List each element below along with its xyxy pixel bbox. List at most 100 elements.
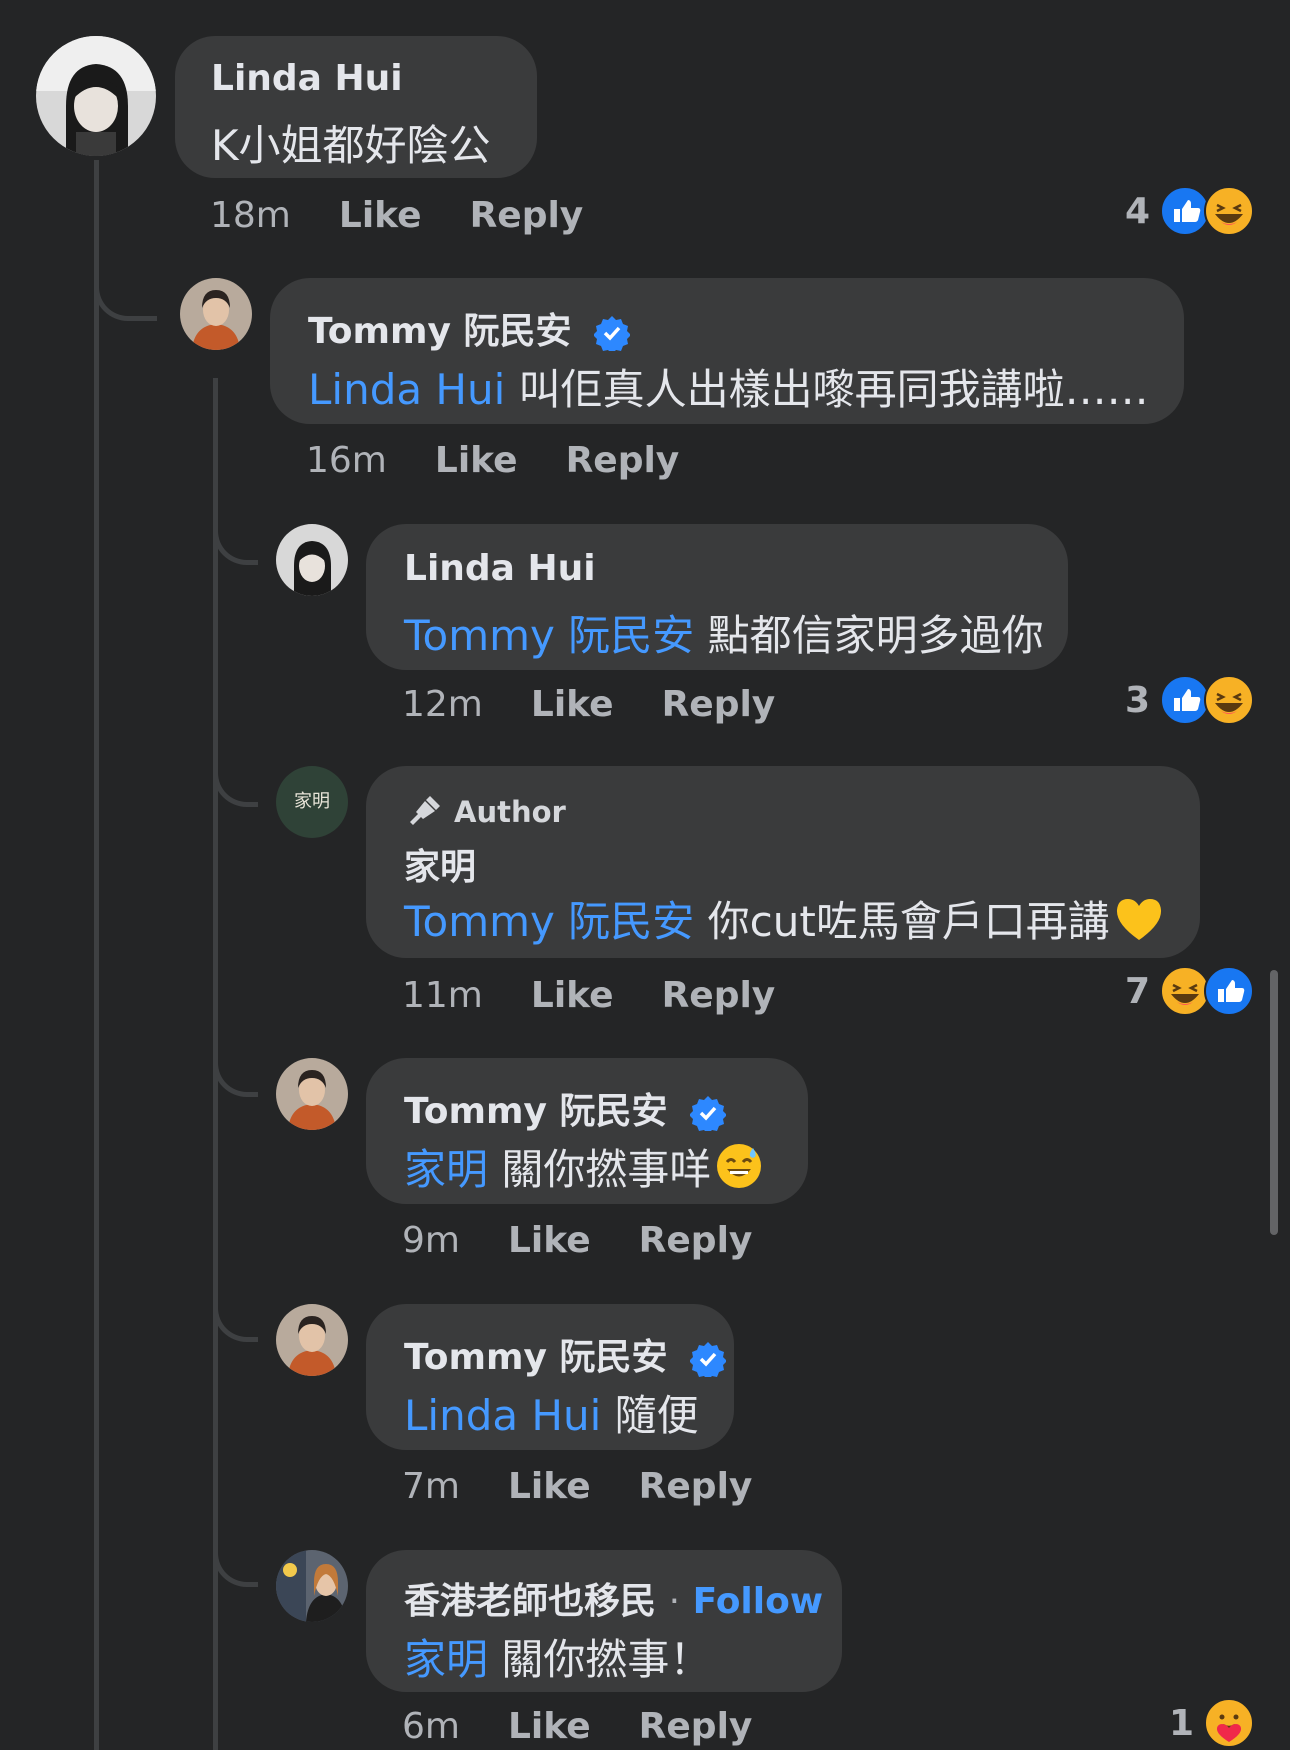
comment-time[interactable]: 16m: [306, 440, 387, 481]
mention-link[interactable]: 家明: [404, 1635, 488, 1684]
avatar[interactable]: 家明: [276, 766, 348, 838]
haha-icon: [1204, 186, 1254, 236]
comment-text: Linda Hui 隨便: [404, 1382, 699, 1443]
avatar[interactable]: [276, 524, 348, 596]
comment-time[interactable]: 7m: [402, 1466, 460, 1507]
reaction-count: 4: [1124, 190, 1150, 232]
reaction-summary[interactable]: 1: [1169, 1698, 1254, 1748]
reply-button[interactable]: Reply: [470, 195, 584, 236]
comment-time[interactable]: 12m: [402, 684, 483, 725]
follow-button[interactable]: Follow: [693, 1581, 824, 1622]
avatar[interactable]: [276, 1058, 348, 1130]
comment-author[interactable]: Tommy 阮民安: [404, 1082, 727, 1134]
avatar[interactable]: [36, 36, 156, 156]
comment-bubble: 香港老師也移民 · Follow 家明 關你撚事！: [366, 1550, 842, 1692]
comment-body: 叫佢真人出樣出嚟再同我講啦……: [518, 365, 1149, 414]
comment-author[interactable]: Linda Hui: [404, 548, 596, 589]
yellow-heart-icon: [1116, 899, 1161, 940]
comment-bubble: Tommy 阮民安 Linda Hui 隨便: [366, 1304, 734, 1450]
haha-icon: [1204, 675, 1254, 725]
thread-connector: [213, 1000, 258, 1097]
comment-time[interactable]: 18m: [210, 195, 291, 236]
like-button[interactable]: Like: [339, 195, 422, 236]
comment-body: 點都信家明多過你: [707, 611, 1044, 660]
mention-link[interactable]: 家明: [404, 1145, 488, 1194]
comment-time[interactable]: 11m: [402, 975, 483, 1016]
comment-bubble: Author 家明 Tommy 阮民安 你cut咗馬會戶口再講: [366, 766, 1200, 958]
comment-meta: 18m Like Reply: [210, 195, 583, 236]
comment-text: 家明 關你撚事咩: [404, 1136, 763, 1197]
reaction-summary[interactable]: 3: [1125, 675, 1254, 725]
mention-link[interactable]: Linda Hui: [404, 1391, 601, 1440]
like-button[interactable]: Like: [508, 1706, 591, 1747]
like-button[interactable]: Like: [508, 1466, 591, 1507]
author-name: Tommy 阮民安: [404, 1091, 668, 1132]
comment-text: Tommy 阮民安 你cut咗馬會戶口再講: [404, 888, 1164, 949]
mention-link[interactable]: Tommy 阮民安: [404, 897, 694, 946]
comment-time[interactable]: 9m: [402, 1220, 460, 1261]
like-button[interactable]: Like: [508, 1220, 591, 1261]
reaction-summary[interactable]: 7: [1125, 966, 1254, 1016]
thread-connector: [213, 470, 258, 565]
reaction-count: 3: [1124, 679, 1150, 721]
care-icon: [1204, 1698, 1254, 1748]
comment-meta: 9m Like Reply: [402, 1220, 752, 1261]
comment-body: 你cut咗馬會戶口再講: [707, 897, 1110, 946]
comment-bubble: Linda Hui Tommy 阮民安 點都信家明多過你: [366, 524, 1068, 670]
comment-meta: 7m Like Reply: [402, 1466, 752, 1507]
reply-button[interactable]: Reply: [662, 684, 776, 725]
thread-connector: [213, 710, 258, 807]
comment-text: Tommy 阮民安 點都信家明多過你: [404, 602, 1044, 663]
comment-text: 家明 關你撚事！: [404, 1626, 711, 1687]
reaction-count: 7: [1124, 970, 1150, 1012]
reply-button[interactable]: Reply: [639, 1466, 753, 1507]
comment-author[interactable]: 家明: [404, 838, 476, 890]
microphone-icon: [410, 796, 440, 825]
like-button[interactable]: Like: [531, 684, 614, 725]
comment-author[interactable]: Linda Hui: [211, 58, 403, 99]
mention-link[interactable]: Linda Hui: [308, 365, 505, 414]
comment-text: K小姐都好陰公: [211, 121, 491, 170]
separator-dot: ·: [668, 1581, 681, 1622]
comment-author[interactable]: Tommy 阮民安: [308, 302, 631, 354]
comment-text: Linda Hui 叫佢真人出樣出嚟再同我講啦……: [308, 356, 1149, 417]
scrollbar[interactable]: [1270, 970, 1278, 1235]
author-badge: Author: [404, 792, 566, 832]
reply-button[interactable]: Reply: [639, 1706, 753, 1747]
sweat-smile-icon: [717, 1144, 762, 1188]
reply-button[interactable]: Reply: [639, 1220, 753, 1261]
comment-body: 關你撚事！: [501, 1635, 712, 1684]
comment-body: 關你撚事咩: [501, 1145, 712, 1194]
comment-time[interactable]: 6m: [402, 1706, 460, 1747]
reaction-summary[interactable]: 4: [1125, 186, 1254, 236]
verified-badge-icon: [690, 1342, 727, 1377]
thread-connector: [213, 1245, 258, 1342]
like-icon: [1160, 675, 1210, 725]
mention-link[interactable]: Tommy 阮民安: [404, 611, 694, 660]
comment-body: 隨便: [614, 1391, 699, 1440]
haha-icon: [1160, 966, 1210, 1016]
thread-line-main: [94, 160, 99, 1750]
comment-author[interactable]: 香港老師也移民 · Follow: [404, 1572, 823, 1624]
author-name: Tommy 阮民安: [404, 1337, 668, 1378]
author-name: Tommy 阮民安: [308, 311, 572, 352]
comment-meta: 16m Like Reply: [306, 440, 679, 481]
avatar[interactable]: [276, 1550, 348, 1622]
avatar[interactable]: [276, 1304, 348, 1376]
like-button[interactable]: Like: [435, 440, 518, 481]
verified-badge-icon: [690, 1096, 727, 1131]
verified-badge-icon: [594, 316, 631, 351]
thread-connector: [213, 1490, 258, 1587]
reaction-count: 1: [1168, 1702, 1194, 1744]
author-name: 香港老師也移民: [404, 1581, 657, 1622]
like-button[interactable]: Like: [531, 975, 614, 1016]
thread-connector: [94, 160, 157, 321]
reply-button[interactable]: Reply: [566, 440, 680, 481]
avatar[interactable]: [180, 278, 252, 350]
reply-button[interactable]: Reply: [662, 975, 776, 1016]
comment-bubble: Tommy 阮民安 家明 關你撚事咩: [366, 1058, 808, 1204]
comment-author[interactable]: Tommy 阮民安: [404, 1328, 727, 1380]
comment-bubble: Tommy 阮民安 Linda Hui 叫佢真人出樣出嚟再同我講啦……: [270, 278, 1184, 424]
avatar-logo-text: 家明: [294, 791, 330, 812]
comment-meta: 11m Like Reply: [402, 975, 775, 1016]
